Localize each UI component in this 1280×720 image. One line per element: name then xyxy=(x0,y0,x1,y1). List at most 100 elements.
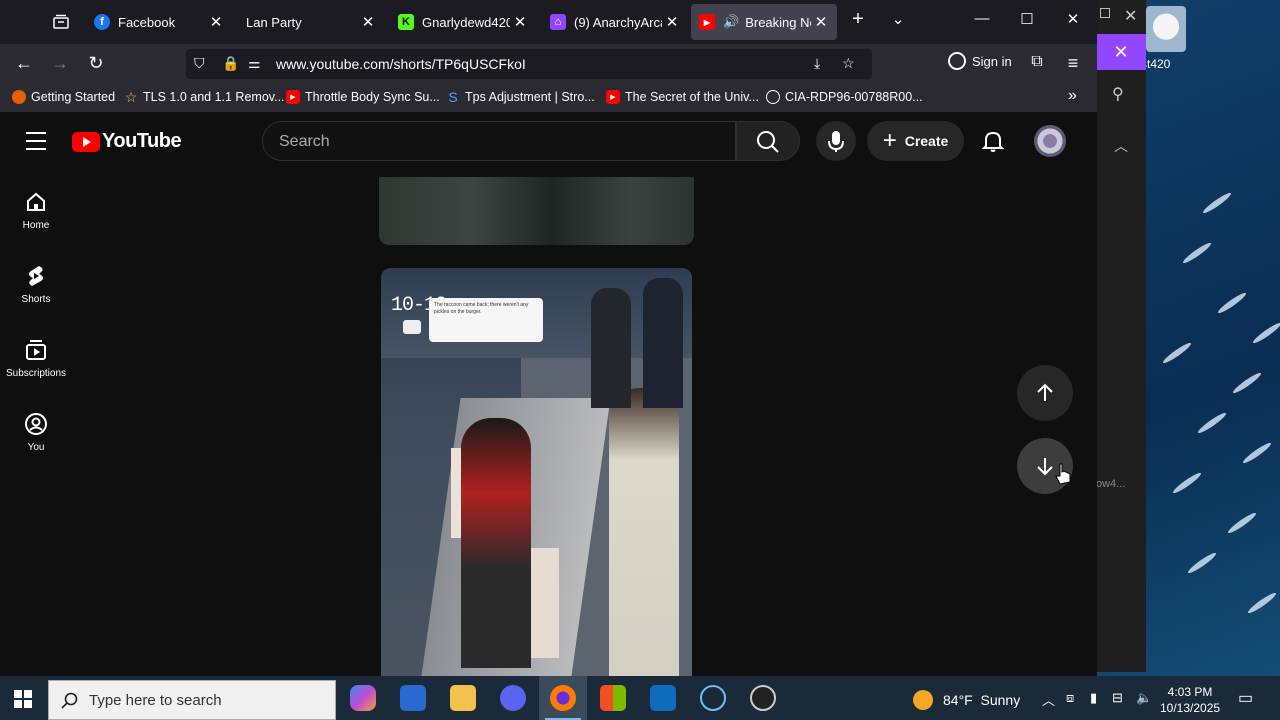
tab-manager-icon xyxy=(53,14,69,29)
taskbar: Type here to search 84°F Sunny ︿ ⧈ ▮ ⊟ 🔈… xyxy=(0,676,1280,720)
you-icon xyxy=(25,413,47,435)
address-bar[interactable]: ⛉ 🔒 ⚌ www.youtube.com/shorts/TP6qUSCFkoI… xyxy=(186,49,872,79)
download-page-icon[interactable]: ⤓ xyxy=(814,55,820,72)
tab-list-button[interactable] xyxy=(44,4,80,40)
firefox-icon[interactable] xyxy=(550,685,576,711)
background-window[interactable]: ✕ ✕ ⚲ ︿ ow4... xyxy=(1096,0,1146,672)
url-text[interactable]: www.youtube.com/shorts/TP6qUSCFkoI xyxy=(276,56,526,72)
close-tab-icon[interactable]: ✕ xyxy=(510,13,530,31)
avatar[interactable] xyxy=(1034,125,1066,157)
close-tab-icon[interactable]: ✕ xyxy=(662,13,682,31)
kick-icon: K xyxy=(398,14,414,30)
outlook-icon[interactable] xyxy=(650,685,676,711)
app-icon[interactable] xyxy=(400,685,426,711)
speaker-icon[interactable]: 🔊 xyxy=(723,14,739,30)
shield-icon[interactable]: ⛉ xyxy=(194,55,205,72)
search-button[interactable] xyxy=(736,121,800,161)
reload-icon[interactable]: ↻ xyxy=(84,53,108,74)
desktop-shortcut-icon[interactable] xyxy=(1146,6,1186,52)
bookmark-label: Getting Started xyxy=(31,90,116,104)
permissions-icon[interactable]: ⚌ xyxy=(248,55,261,72)
youtube-icon: ▶ xyxy=(699,14,715,30)
subscriptions-icon xyxy=(26,340,46,360)
bookmark-cia-rdp[interactable]: CIA-RDP96-00788R00... xyxy=(766,90,923,104)
taskbar-search-box[interactable]: Type here to search xyxy=(48,680,336,720)
back-arrow-icon[interactable]: ← xyxy=(12,53,36,74)
close-tab-icon[interactable]: ✕ xyxy=(811,13,831,31)
create-label: Create xyxy=(904,133,949,149)
obs-icon[interactable] xyxy=(750,685,776,711)
bookmark-label: CIA-RDP96-00788R00... xyxy=(785,90,923,104)
sidebar-item-home[interactable]: Home xyxy=(0,188,72,231)
tab-kick[interactable]: K Gnarlydewd420 S ✕ xyxy=(390,4,536,40)
tab-twitch[interactable]: ⌂ (9) AnarchyArcad ✕ xyxy=(542,4,688,40)
microsoft-store-icon[interactable] xyxy=(600,685,626,711)
weather-widget[interactable]: 84°F Sunny xyxy=(913,690,1020,710)
previous-short-video[interactable] xyxy=(379,177,694,245)
list-all-tabs-chevron-icon[interactable]: ⌄ xyxy=(886,10,910,28)
meet-now-icon[interactable]: ⧈ xyxy=(1066,690,1074,706)
create-button[interactable]: + Create xyxy=(867,121,964,161)
twitch-icon: ⌂ xyxy=(550,14,566,30)
sign-in-button[interactable]: Sign in xyxy=(948,52,1012,70)
copilot-icon[interactable] xyxy=(350,685,376,711)
windows-start-icon[interactable] xyxy=(14,690,32,708)
globe-icon xyxy=(766,90,780,104)
youtube-logo[interactable]: YouTube xyxy=(72,130,182,153)
bookmark-throttle-body[interactable]: ▶ Throttle Body Sync Su... xyxy=(286,90,440,104)
notifications-icon[interactable]: ▭ xyxy=(1238,688,1253,708)
new-tab-button[interactable]: + xyxy=(846,8,870,31)
lock-icon[interactable]: 🔒 xyxy=(222,55,239,72)
bookmark-tls[interactable]: ☆ TLS 1.0 and 1.1 Remov... xyxy=(124,89,285,105)
shorts-icon xyxy=(29,266,43,286)
sidebar-item-shorts[interactable]: Shorts xyxy=(0,262,72,305)
close-panel-button[interactable]: ✕ xyxy=(1096,34,1146,70)
close-icon[interactable]: ✕ xyxy=(1124,6,1137,26)
short-video-player[interactable]: 10-12 The raccoon came back; there weren… xyxy=(381,268,692,676)
sidebar-item-you[interactable]: You xyxy=(0,410,72,453)
weather-text: 84°F Sunny xyxy=(943,692,1021,708)
close-window-button[interactable]: ✕ xyxy=(1061,10,1085,28)
voice-search-button[interactable] xyxy=(816,121,856,161)
maximize-button[interactable]: ☐ xyxy=(1015,10,1039,28)
search-input[interactable]: Search xyxy=(262,121,736,161)
minimize-button[interactable]: — xyxy=(970,10,994,27)
tab-title: Facebook xyxy=(118,14,176,30)
hamburger-menu-icon[interactable] xyxy=(26,132,46,156)
sidebar-item-subscriptions[interactable]: Subscriptions xyxy=(0,336,72,379)
tab-title: Breaking New xyxy=(745,14,811,30)
bookmark-tps-adjustment[interactable]: S Tps Adjustment | Stro... xyxy=(446,89,594,105)
show-hidden-icons-chevron[interactable]: ︿ xyxy=(1042,690,1055,709)
youtube-logo-text: YouTube xyxy=(102,130,182,152)
file-explorer-icon[interactable] xyxy=(450,685,476,711)
sidebar-item-label: Subscriptions xyxy=(5,368,67,379)
volume-icon[interactable]: 🔈 xyxy=(1136,690,1152,706)
close-tab-icon[interactable]: ✕ xyxy=(206,13,226,31)
bookmark-getting-started[interactable]: Getting Started xyxy=(12,90,115,104)
youtube-play-icon xyxy=(72,131,100,152)
system-clock[interactable]: 4:03 PM 10/13/2025 xyxy=(1160,684,1220,716)
bookmark-star-icon[interactable]: ☆ xyxy=(842,55,855,72)
menu-icon[interactable]: ≡ xyxy=(1061,53,1085,74)
more-bookmarks-chevron-icon[interactable]: » xyxy=(1068,87,1077,105)
video-person xyxy=(643,278,683,408)
search-icon[interactable]: ⚲ xyxy=(1112,84,1124,104)
restore-icon[interactable] xyxy=(1100,8,1110,18)
notifications-button[interactable] xyxy=(980,128,1006,159)
steam-icon[interactable] xyxy=(700,685,726,711)
tab-youtube-active[interactable]: ▶ 🔊 Breaking New ✕ xyxy=(691,4,837,40)
close-tab-icon[interactable]: ✕ xyxy=(358,13,378,31)
extensions-icon[interactable]: ⧉ xyxy=(1025,53,1049,71)
previous-short-button[interactable] xyxy=(1017,365,1073,421)
tab-lan-party[interactable]: Lan Party ✕ xyxy=(238,4,384,40)
navigation-toolbar: ← → ↻ ⛉ 🔒 ⚌ www.youtube.com/shorts/TP6qU… xyxy=(0,44,1097,84)
tab-facebook[interactable]: f Facebook ✕ xyxy=(86,4,232,40)
chevron-up-icon[interactable]: ︿ xyxy=(1114,136,1128,156)
network-icon[interactable]: ⊟ xyxy=(1112,690,1123,706)
discord-icon[interactable] xyxy=(500,685,526,711)
search-placeholder: Search xyxy=(279,133,330,150)
bookmark-secret-universe[interactable]: ▶ The Secret of the Univ... xyxy=(606,90,759,104)
forward-arrow-icon[interactable]: → xyxy=(48,53,72,74)
usb-icon[interactable]: ▮ xyxy=(1090,690,1097,706)
hand-cursor-icon xyxy=(1055,463,1071,485)
